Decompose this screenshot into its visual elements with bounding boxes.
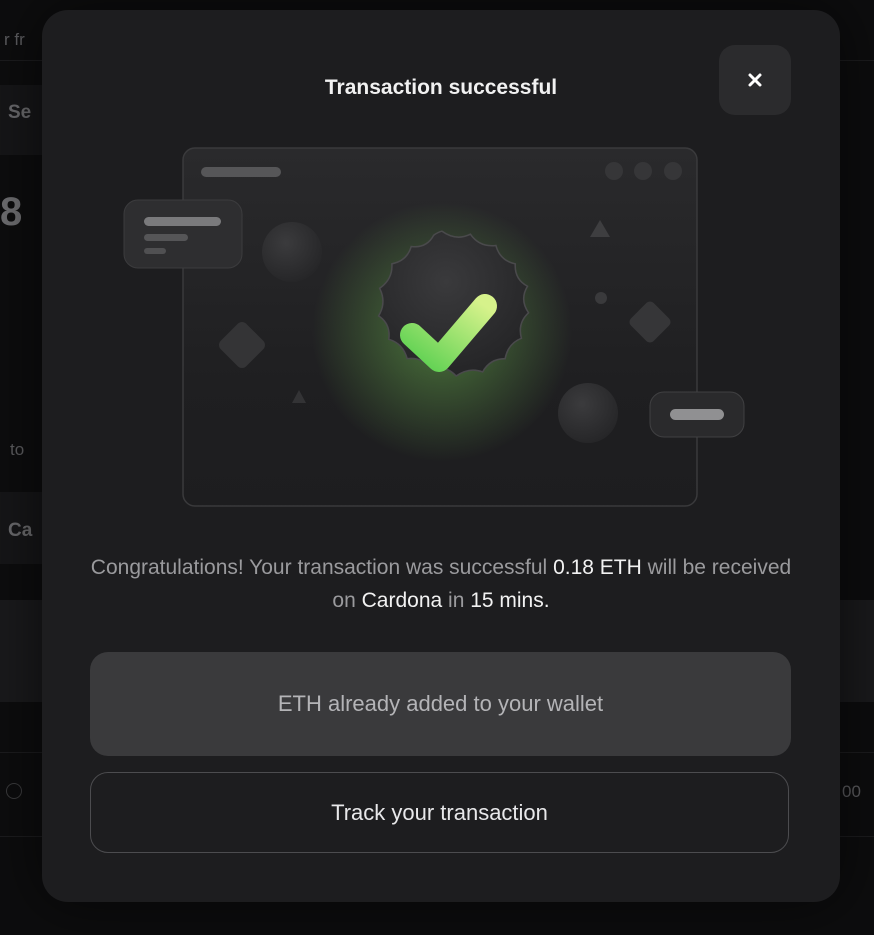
bg-button — [0, 600, 42, 702]
success-message: Congratulations! Your transaction was su… — [82, 551, 800, 617]
eth-added-button[interactable]: ETH already added to your wallet — [90, 652, 791, 756]
bg-network-label: Ca — [8, 520, 33, 541]
track-transaction-button[interactable]: Track your transaction — [90, 772, 789, 853]
message-text: in — [442, 589, 471, 612]
success-illustration — [123, 147, 745, 507]
transaction-success-modal: Transaction successful Congratulations! … — [42, 10, 840, 902]
bg-to-label: to — [10, 440, 25, 459]
bg-button-right — [840, 600, 874, 702]
bg-row-value: 00 — [842, 782, 861, 801]
info-icon — [6, 783, 22, 799]
bg-select-label: Se — [8, 102, 32, 123]
message-text: Congratulations! Your transaction was su… — [90, 556, 554, 579]
message-amount: 0.18 ETH — [553, 556, 642, 579]
bg-from-label: r fr — [4, 30, 25, 49]
bg-amount: 8 — [0, 190, 23, 234]
message-network: Cardona — [361, 589, 443, 612]
message-time: 15 mins. — [470, 589, 550, 612]
